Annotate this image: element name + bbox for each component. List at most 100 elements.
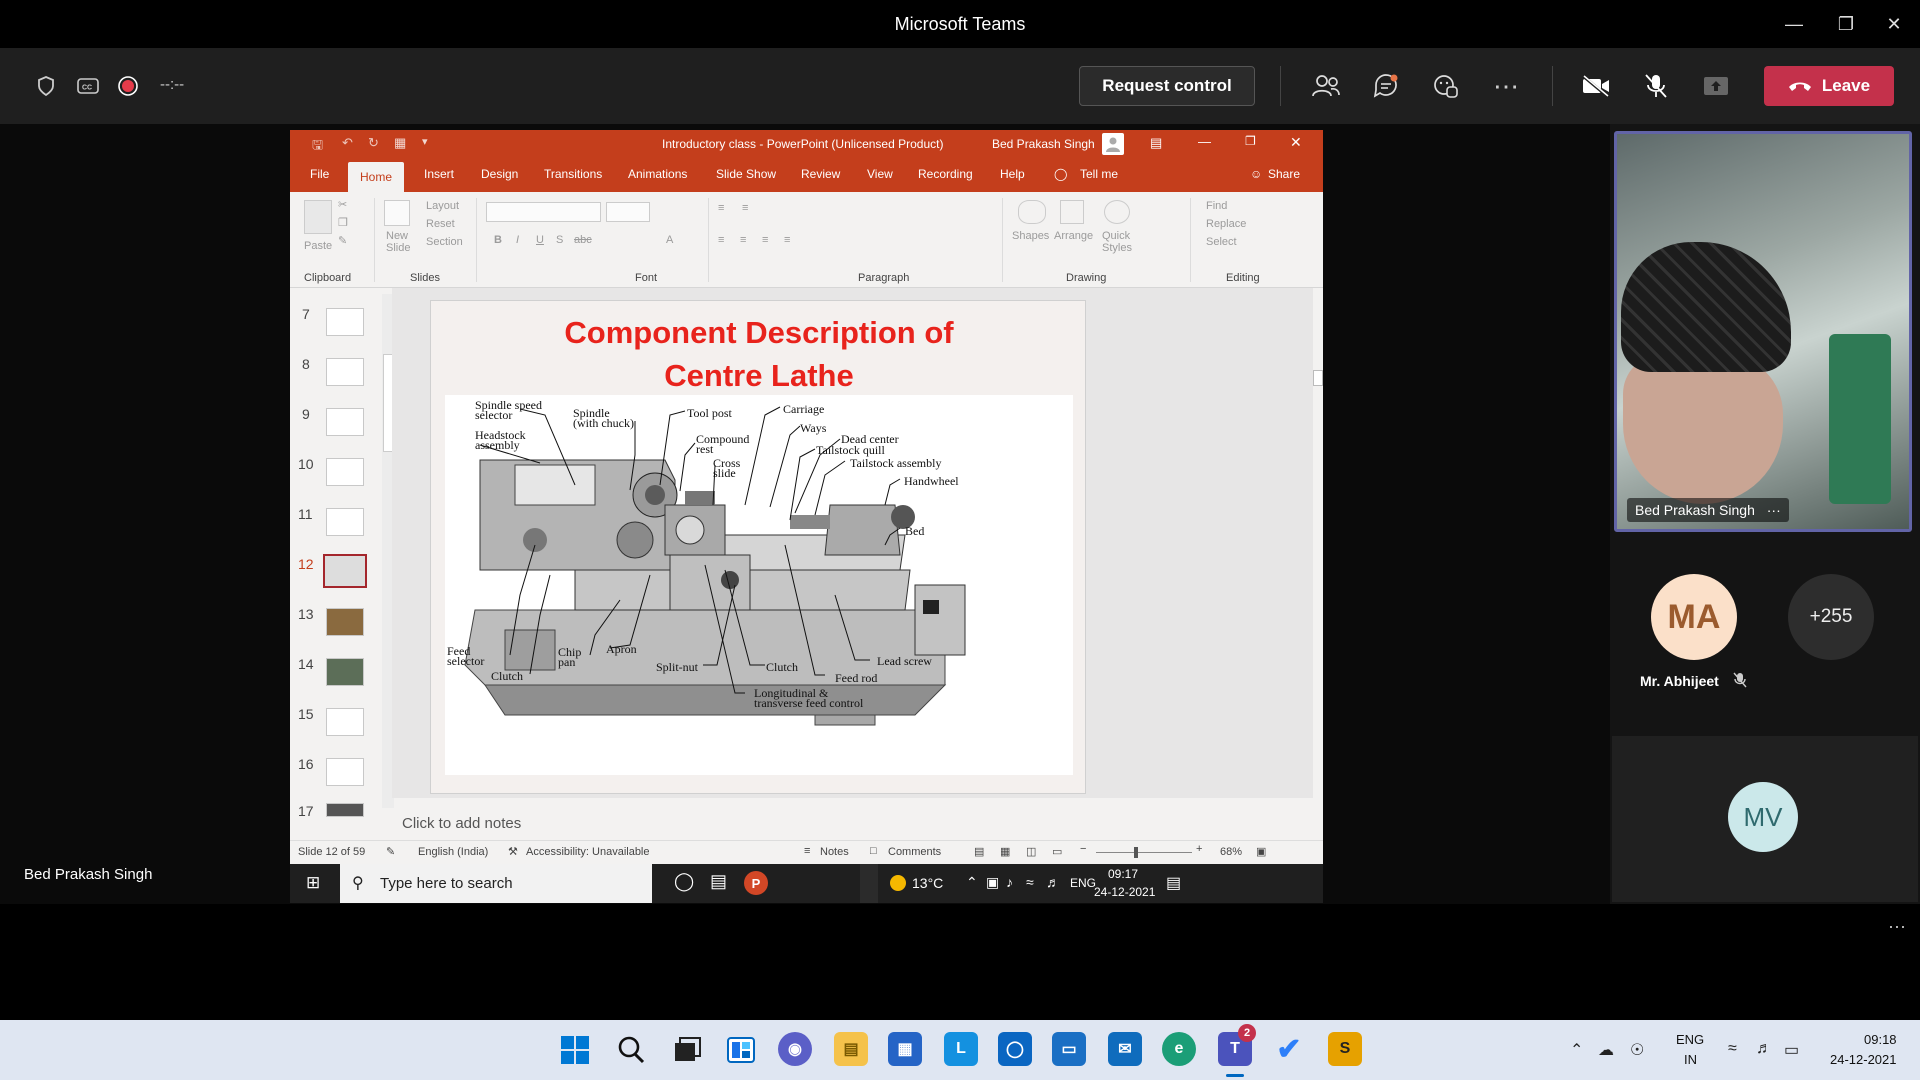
camera-more-icon[interactable]: ··· [1767,502,1781,518]
current-slide[interactable]: Component Description of Centre Lathe Sp… [430,300,1086,794]
todo-icon[interactable]: ✔ [1272,1032,1306,1066]
slide-thumbnail[interactable] [326,658,364,686]
widgets-icon[interactable] [726,1035,756,1070]
slide-thumbnail[interactable] [326,608,364,636]
microsoft-store-icon[interactable]: ▦ [888,1032,922,1066]
accessibility-status[interactable]: Accessibility: Unavailable [526,846,650,858]
camera-off-icon[interactable] [1578,68,1614,104]
request-control-button[interactable]: Request control [1079,66,1255,106]
notifications-icon[interactable]: ▤ [1166,873,1181,893]
share-button[interactable]: Share [1268,167,1300,181]
more-options-icon[interactable]: ⋯ [1488,68,1524,104]
tab-help[interactable]: Help [1000,167,1025,181]
zoom-level[interactable]: 68% [1220,846,1242,858]
tray-scroll[interactable] [860,864,878,903]
sublime-icon[interactable]: S [1328,1032,1362,1066]
numbering-icon[interactable]: ≡ [742,202,748,214]
tab-file[interactable]: File [310,167,329,181]
tab-slide-show[interactable]: Slide Show [716,167,776,181]
l-app-icon[interactable]: L [944,1032,978,1066]
tab-insert[interactable]: Insert [424,167,454,181]
reset-button[interactable]: Reset [426,218,455,230]
notes-pane[interactable]: Click to add notes [392,810,1323,840]
comments-button[interactable]: Comments [888,846,941,858]
participants-icon[interactable] [1308,68,1344,104]
teams-chat-icon[interactable]: ◉ [778,1032,812,1066]
tab-view[interactable]: View [867,167,893,181]
bold-icon[interactable]: B [494,234,502,246]
clock-time[interactable]: 09:17 [1108,867,1138,881]
location-icon[interactable]: ☉ [1630,1040,1644,1060]
paste-label[interactable]: Paste [304,240,332,252]
format-painter-icon[interactable]: ✎ [338,234,347,247]
slide-thumbnail[interactable] [326,308,364,336]
save-icon[interactable]: 🖫 [312,136,323,158]
shapes-label[interactable]: Shapes [1012,230,1049,242]
font-name-dropdown[interactable] [486,202,601,222]
slide-thumbnail[interactable] [326,358,364,386]
arrange-label[interactable]: Arrange [1054,230,1093,242]
notes-button[interactable]: Notes [820,846,849,858]
input-language[interactable]: ENG [1070,876,1096,890]
ribbon-display-icon[interactable]: ▤ [1150,135,1162,151]
language-status[interactable]: English (India) [418,846,488,858]
new-slide-label[interactable]: New Slide [386,230,416,254]
italic-icon[interactable]: I [516,234,519,246]
task-view-icon[interactable]: ▤ [710,871,727,892]
mic-muted-icon[interactable] [1638,68,1674,104]
fit-slide-icon[interactable]: ▣ [1256,845,1266,858]
restore-icon[interactable]: ❐ [1820,0,1872,48]
layout-button[interactable]: Layout [426,200,459,212]
justify-icon[interactable]: ≡ [784,234,790,246]
windows-start-icon[interactable]: ⊞ [306,873,320,893]
show-hidden-icons[interactable]: ⌃ [1570,1040,1583,1060]
notes-placeholder[interactable]: Click to add notes [402,815,521,832]
remote-desktop-icon[interactable]: ▭ [1052,1032,1086,1066]
slideshow-view-icon[interactable]: ▭ [1052,845,1062,858]
slide-thumbnail[interactable] [326,508,364,536]
zoom-out-icon[interactable]: − [1080,843,1086,855]
zoom-in-icon[interactable]: + [1196,843,1202,855]
clock-date[interactable]: 24-12-2021 [1830,1052,1897,1067]
zoom-slider[interactable] [1096,847,1192,858]
meet-now-icon[interactable]: ▣ [986,874,999,891]
redo-icon[interactable]: ↻ [368,135,379,151]
canvas-scrollbar[interactable] [1313,288,1323,810]
volume-icon[interactable]: ♬ [1756,1040,1772,1058]
file-explorer-icon[interactable]: ▤ [834,1032,868,1066]
reading-view-icon[interactable]: ◫ [1026,845,1036,858]
align-center-icon[interactable]: ≡ [740,234,746,246]
copy-icon[interactable]: ❐ [338,216,348,229]
undo-icon[interactable]: ↶ [342,135,353,151]
avatar-mv[interactable]: MV [1728,782,1798,852]
avatar-abhijeet[interactable]: MA [1651,574,1737,660]
ppt-close-icon[interactable]: ✕ [1290,134,1302,151]
slide-thumbnail[interactable] [326,758,364,786]
zoom-slider-thumb[interactable] [1134,847,1138,858]
microphone-icon[interactable]: ♪ [1006,874,1013,890]
share-tray-icon[interactable] [1698,68,1734,104]
underline-icon[interactable]: U [536,234,544,246]
customize-qat-icon[interactable]: ▾ [422,135,428,148]
shadow-icon[interactable]: S [556,234,563,246]
clock-time[interactable]: 09:18 [1864,1032,1897,1047]
slide-thumbnail[interactable] [326,458,364,486]
font-size-dropdown[interactable] [606,202,650,222]
input-region[interactable]: IN [1684,1052,1697,1067]
quick-styles-label[interactable]: Quick Styles [1102,230,1132,254]
cortana-icon[interactable]: ◯ [674,871,694,892]
replace-button[interactable]: Replace [1206,218,1246,230]
ppt-restore-icon[interactable]: ❐ [1245,134,1256,148]
tell-me-search[interactable]: Tell me [1080,167,1118,181]
slide-thumbnail[interactable] [326,408,364,436]
slide-thumbnail-selected[interactable] [323,554,367,588]
teams-icon[interactable]: T 2 [1218,1024,1256,1066]
tab-home[interactable]: Home [348,162,404,192]
tab-review[interactable]: Review [801,167,840,181]
volume-icon[interactable]: ♬ [1046,874,1060,890]
battery-icon[interactable]: ▭ [1784,1040,1799,1060]
clock-date[interactable]: 24-12-2021 [1094,885,1155,899]
strikethrough-icon[interactable]: abc [574,234,592,246]
onedrive-icon[interactable]: ☁ [1598,1040,1614,1060]
leave-button[interactable]: Leave [1764,66,1894,106]
